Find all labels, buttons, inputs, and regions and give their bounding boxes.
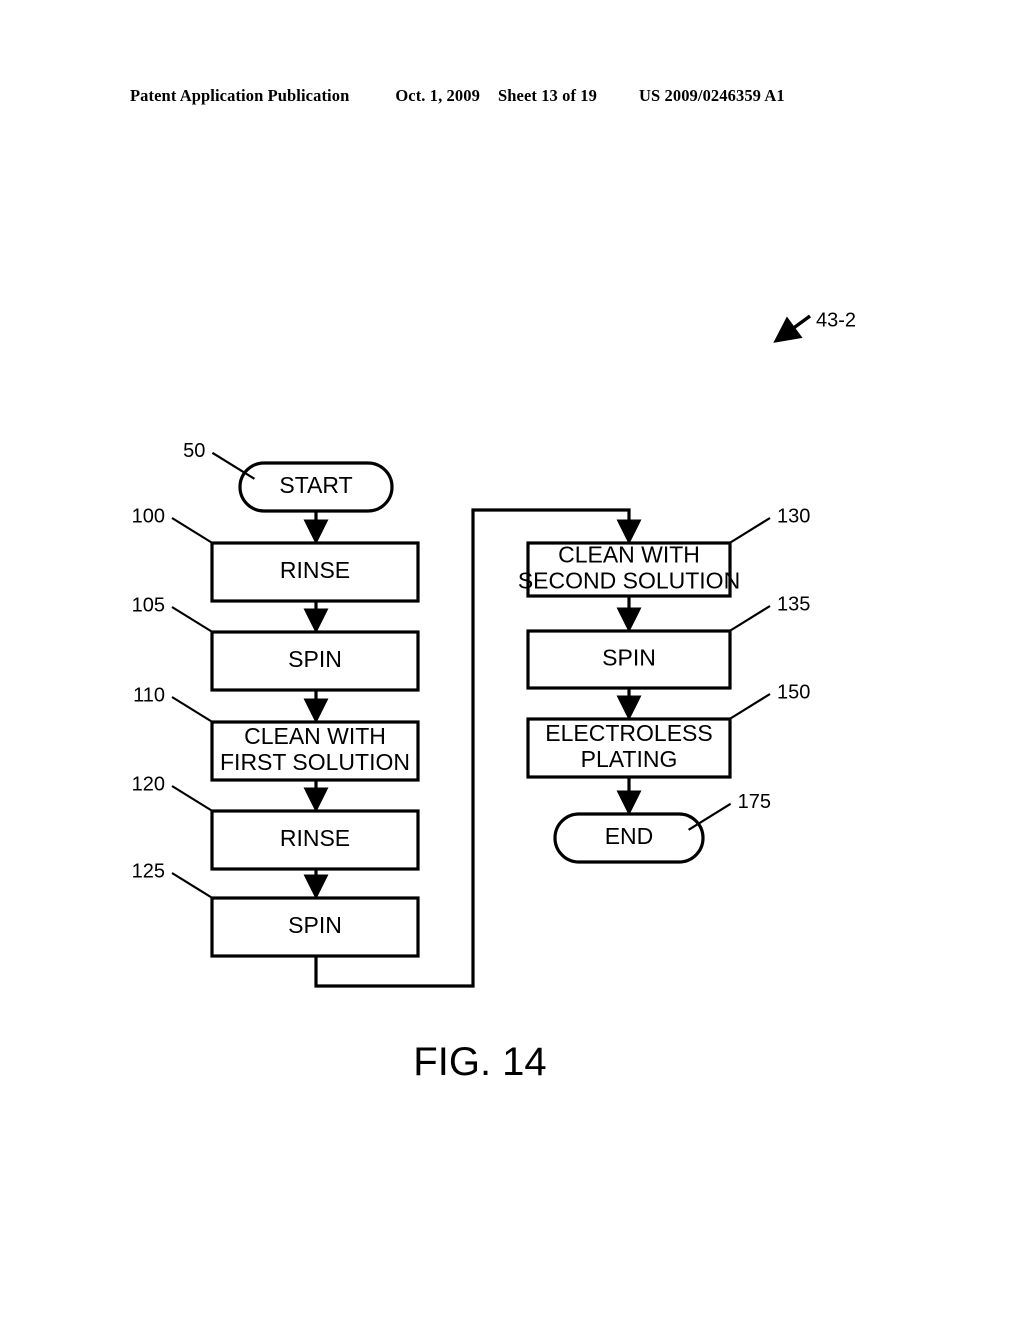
- node-label-spin-3: SPIN: [602, 645, 656, 671]
- figure-caption: FIG. 14: [413, 1040, 546, 1084]
- node-label-rinse-2: RINSE: [280, 825, 350, 851]
- node-end: END: [553, 812, 705, 864]
- ref-label-50: 50: [183, 440, 205, 462]
- node-label-clean-first: FIRST SOLUTION: [220, 749, 410, 775]
- figure-14-flowchart: START RINSE SPIN CLEAN WITH FIRST SOLUTION RI…: [0, 0, 1024, 1320]
- ref-label-150: 150: [777, 681, 810, 703]
- leader-line-110: [171, 696, 215, 724]
- node-rinse-1: RINSE: [210, 541, 420, 603]
- ref-numeral-135: 135: [727, 593, 810, 633]
- ref-numeral-175: 175: [688, 791, 771, 831]
- flow-nodes: STARTRINSESPINCLEAN WITHFIRST SOLUTIONRI…: [210, 461, 740, 958]
- ref-numeral-125: 125: [132, 860, 215, 900]
- leader-line-135: [727, 605, 771, 633]
- node-label-clean-second: SECOND SOLUTION: [518, 568, 740, 594]
- node-label-clean-first: CLEAN WITH: [244, 723, 386, 749]
- node-start: START: [238, 461, 394, 513]
- ref-numeral-110: 110: [133, 684, 215, 724]
- figure-reference-marker: 43-2: [773, 309, 856, 343]
- node-label-end: END: [605, 823, 654, 849]
- node-label-electroless-plating: PLATING: [581, 746, 678, 772]
- node-clean-second: CLEAN WITHSECOND SOLUTION: [518, 541, 740, 598]
- node-electroless-plating: ELECTROLESSPLATING: [526, 717, 732, 779]
- leader-line-50: [211, 451, 255, 480]
- node-rinse-2: RINSE: [210, 809, 420, 871]
- ref-label-125: 125: [132, 860, 165, 882]
- ref-label-135: 135: [777, 593, 810, 615]
- node-spin-3: SPIN: [526, 629, 732, 690]
- leader-line-125: [171, 872, 215, 900]
- ref-numeral-105: 105: [132, 594, 215, 634]
- leader-line-130: [727, 517, 771, 545]
- node-label-rinse-1: RINSE: [280, 557, 350, 583]
- ref-label-105: 105: [132, 594, 165, 616]
- node-label-spin-1: SPIN: [288, 646, 342, 672]
- leader-line-175: [688, 802, 732, 831]
- ref-label-120: 120: [132, 773, 165, 795]
- node-clean-first: CLEAN WITHFIRST SOLUTION: [210, 720, 420, 782]
- node-spin-2: SPIN: [210, 896, 420, 958]
- ref-numeral-130: 130: [727, 505, 810, 545]
- node-label-clean-second: CLEAN WITH: [558, 542, 700, 568]
- ref-numeral-120: 120: [132, 773, 215, 813]
- leader-line-150: [727, 693, 771, 721]
- node-spin-1: SPIN: [210, 630, 420, 692]
- ref-numeral-150: 150: [727, 681, 810, 721]
- figure-ref-label: 43-2: [816, 309, 856, 331]
- ref-label-100: 100: [132, 505, 165, 527]
- leader-line-105: [171, 606, 215, 634]
- node-label-spin-2: SPIN: [288, 912, 342, 938]
- leader-line-120: [171, 785, 215, 813]
- ref-numeral-100: 100: [132, 505, 215, 545]
- ref-numeral-50: 50: [183, 440, 255, 480]
- ref-label-110: 110: [133, 684, 165, 706]
- node-label-start: START: [279, 472, 352, 498]
- ref-label-175: 175: [738, 791, 771, 813]
- leader-line-100: [171, 517, 215, 545]
- node-label-electroless-plating: ELECTROLESS: [545, 720, 712, 746]
- ref-label-130: 130: [777, 505, 810, 527]
- figure-ref-arrow-icon: [773, 314, 812, 343]
